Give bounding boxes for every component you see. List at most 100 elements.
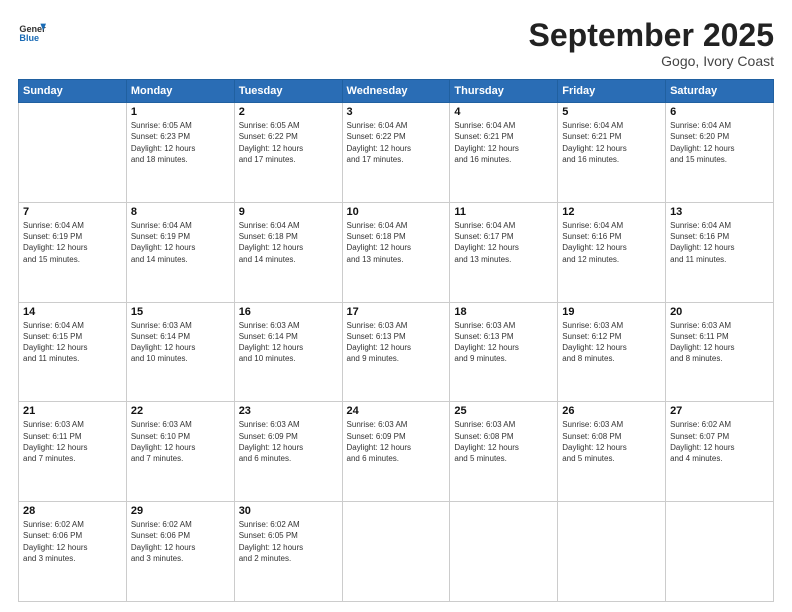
- table-row: 23Sunrise: 6:03 AMSunset: 6:09 PMDayligh…: [234, 402, 342, 502]
- day-number: 8: [131, 206, 230, 218]
- table-row: 5Sunrise: 6:04 AMSunset: 6:21 PMDaylight…: [558, 103, 666, 203]
- table-row: [666, 502, 774, 602]
- day-number: 17: [347, 306, 446, 318]
- table-row: 14 Sunrise: 6:04 AMSunset: 6:15 PMDayligh…: [19, 302, 127, 402]
- day-info: Sunrise: 6:04 AMSunset: 6:16 PMDaylight:…: [562, 220, 661, 265]
- table-row: 19Sunrise: 6:03 AMSunset: 6:12 PMDayligh…: [558, 302, 666, 402]
- header: General Blue September 2025 Gogo, Ivory …: [18, 18, 774, 69]
- table-row: 25 Sunrise: 6:03 AMSunset: 6:08 PMDayligh…: [450, 402, 558, 502]
- col-wednesday: Wednesday: [342, 80, 450, 103]
- day-info: Sunrise: 6:03 AMSunset: 6:08 PMDaylight:…: [562, 419, 661, 464]
- table-row: 16 Sunrise: 6:03 AMSunset: 6:14 PMDayligh…: [234, 302, 342, 402]
- table-row: 20 Sunrise: 6:03 AMSunset: 6:11 PMDayligh…: [666, 302, 774, 402]
- table-row: 3Sunrise: 6:04 AMSunset: 6:22 PMDaylight…: [342, 103, 450, 203]
- day-info: Sunrise: 6:03 AMSunset: 6:11 PMDaylight:…: [23, 419, 122, 464]
- table-row: 22 Sunrise: 6:03 AMSunset: 6:10 PMDayligh…: [126, 402, 234, 502]
- location: Gogo, Ivory Coast: [529, 53, 774, 69]
- col-tuesday: Tuesday: [234, 80, 342, 103]
- page: General Blue September 2025 Gogo, Ivory …: [0, 0, 792, 612]
- day-info: Sunrise: 6:04 AMSunset: 6:18 PMDaylight:…: [239, 220, 338, 265]
- col-saturday: Saturday: [666, 80, 774, 103]
- day-info: Sunrise: 6:04 AMSunset: 6:20 PMDaylight:…: [670, 120, 769, 165]
- day-info: Sunrise: 6:04 AMSunset: 6:18 PMDaylight:…: [347, 220, 446, 265]
- day-number: 26: [562, 405, 661, 417]
- table-row: 27 Sunrise: 6:02 AMSunset: 6:07 PMDayligh…: [666, 402, 774, 502]
- day-number: 11: [454, 206, 553, 218]
- day-info: Sunrise: 6:03 AMSunset: 6:11 PMDaylight:…: [670, 320, 769, 365]
- day-info: Sunrise: 6:03 AMSunset: 6:08 PMDaylight:…: [454, 419, 553, 464]
- table-row: [19, 103, 127, 203]
- table-row: 15Sunrise: 6:03 AMSunset: 6:14 PMDayligh…: [126, 302, 234, 402]
- table-row: 26 Sunrise: 6:03 AMSunset: 6:08 PMDayligh…: [558, 402, 666, 502]
- day-info: Sunrise: 6:04 AMSunset: 6:19 PMDaylight:…: [23, 220, 122, 265]
- day-number: 16: [239, 306, 338, 318]
- day-info: Sunrise: 6:03 AMSunset: 6:09 PMDaylight:…: [347, 419, 446, 464]
- table-row: 18Sunrise: 6:03 AMSunset: 6:13 PMDayligh…: [450, 302, 558, 402]
- day-info: Sunrise: 6:04 AMSunset: 6:19 PMDaylight:…: [131, 220, 230, 265]
- day-info: Sunrise: 6:03 AMSunset: 6:12 PMDaylight:…: [562, 320, 661, 365]
- day-info: Sunrise: 6:02 AMSunset: 6:06 PMDaylight:…: [23, 519, 122, 564]
- calendar-week-1: 1Sunrise: 6:05 AMSunset: 6:23 PMDaylight…: [19, 103, 774, 203]
- day-info: Sunrise: 6:04 AMSunset: 6:21 PMDaylight:…: [454, 120, 553, 165]
- col-friday: Friday: [558, 80, 666, 103]
- table-row: 6 Sunrise: 6:04 AMSunset: 6:20 PMDaylight…: [666, 103, 774, 203]
- table-row: 21Sunrise: 6:03 AMSunset: 6:11 PMDayligh…: [19, 402, 127, 502]
- day-info: Sunrise: 6:03 AMSunset: 6:14 PMDaylight:…: [239, 320, 338, 365]
- month-title: September 2025: [529, 18, 774, 53]
- table-row: [342, 502, 450, 602]
- day-number: 24: [347, 405, 446, 417]
- table-row: 1Sunrise: 6:05 AMSunset: 6:23 PMDaylight…: [126, 103, 234, 203]
- day-number: 2: [239, 106, 338, 118]
- table-row: 2 Sunrise: 6:05 AMSunset: 6:22 PMDaylight…: [234, 103, 342, 203]
- table-row: 28 Sunrise: 6:02 AMSunset: 6:06 PMDayligh…: [19, 502, 127, 602]
- day-number: 9: [239, 206, 338, 218]
- table-row: [558, 502, 666, 602]
- day-number: 14: [23, 306, 122, 318]
- title-area: September 2025 Gogo, Ivory Coast: [529, 18, 774, 69]
- day-info: Sunrise: 6:04 AMSunset: 6:15 PMDaylight:…: [23, 320, 122, 365]
- day-info: Sunrise: 6:04 AMSunset: 6:16 PMDaylight:…: [670, 220, 769, 265]
- calendar-week-4: 21Sunrise: 6:03 AMSunset: 6:11 PMDayligh…: [19, 402, 774, 502]
- day-info: Sunrise: 6:03 AMSunset: 6:09 PMDaylight:…: [239, 419, 338, 464]
- table-row: 10Sunrise: 6:04 AMSunset: 6:18 PMDayligh…: [342, 202, 450, 302]
- day-info: Sunrise: 6:02 AMSunset: 6:05 PMDaylight:…: [239, 519, 338, 564]
- day-number: 28: [23, 505, 122, 517]
- day-number: 25: [454, 405, 553, 417]
- day-number: 6: [670, 106, 769, 118]
- table-row: [450, 502, 558, 602]
- calendar-week-2: 7 Sunrise: 6:04 AMSunset: 6:19 PMDaylight…: [19, 202, 774, 302]
- col-sunday: Sunday: [19, 80, 127, 103]
- col-monday: Monday: [126, 80, 234, 103]
- table-row: 12Sunrise: 6:04 AMSunset: 6:16 PMDayligh…: [558, 202, 666, 302]
- col-thursday: Thursday: [450, 80, 558, 103]
- calendar-week-5: 28 Sunrise: 6:02 AMSunset: 6:06 PMDayligh…: [19, 502, 774, 602]
- day-info: Sunrise: 6:02 AMSunset: 6:06 PMDaylight:…: [131, 519, 230, 564]
- day-number: 18: [454, 306, 553, 318]
- day-number: 27: [670, 405, 769, 417]
- day-number: 20: [670, 306, 769, 318]
- table-row: 11 Sunrise: 6:04 AMSunset: 6:17 PMDayligh…: [450, 202, 558, 302]
- day-number: 15: [131, 306, 230, 318]
- logo-icon: General Blue: [18, 18, 46, 46]
- calendar-week-3: 14 Sunrise: 6:04 AMSunset: 6:15 PMDayligh…: [19, 302, 774, 402]
- day-number: 30: [239, 505, 338, 517]
- day-info: Sunrise: 6:05 AMSunset: 6:22 PMDaylight:…: [239, 120, 338, 165]
- table-row: 9 Sunrise: 6:04 AMSunset: 6:18 PMDaylight…: [234, 202, 342, 302]
- day-info: Sunrise: 6:03 AMSunset: 6:13 PMDaylight:…: [347, 320, 446, 365]
- table-row: 7 Sunrise: 6:04 AMSunset: 6:19 PMDaylight…: [19, 202, 127, 302]
- day-info: Sunrise: 6:03 AMSunset: 6:10 PMDaylight:…: [131, 419, 230, 464]
- day-info: Sunrise: 6:02 AMSunset: 6:07 PMDaylight:…: [670, 419, 769, 464]
- day-number: 7: [23, 206, 122, 218]
- day-number: 4: [454, 106, 553, 118]
- table-row: 8 Sunrise: 6:04 AMSunset: 6:19 PMDaylight…: [126, 202, 234, 302]
- day-info: Sunrise: 6:04 AMSunset: 6:21 PMDaylight:…: [562, 120, 661, 165]
- day-number: 1: [131, 106, 230, 118]
- day-info: Sunrise: 6:04 AMSunset: 6:22 PMDaylight:…: [347, 120, 446, 165]
- table-row: 30 Sunrise: 6:02 AMSunset: 6:05 PMDayligh…: [234, 502, 342, 602]
- header-row: Sunday Monday Tuesday Wednesday Thursday…: [19, 80, 774, 103]
- logo: General Blue: [18, 18, 50, 46]
- table-row: 17 Sunrise: 6:03 AMSunset: 6:13 PMDayligh…: [342, 302, 450, 402]
- table-row: 29Sunrise: 6:02 AMSunset: 6:06 PMDayligh…: [126, 502, 234, 602]
- day-info: Sunrise: 6:04 AMSunset: 6:17 PMDaylight:…: [454, 220, 553, 265]
- day-number: 22: [131, 405, 230, 417]
